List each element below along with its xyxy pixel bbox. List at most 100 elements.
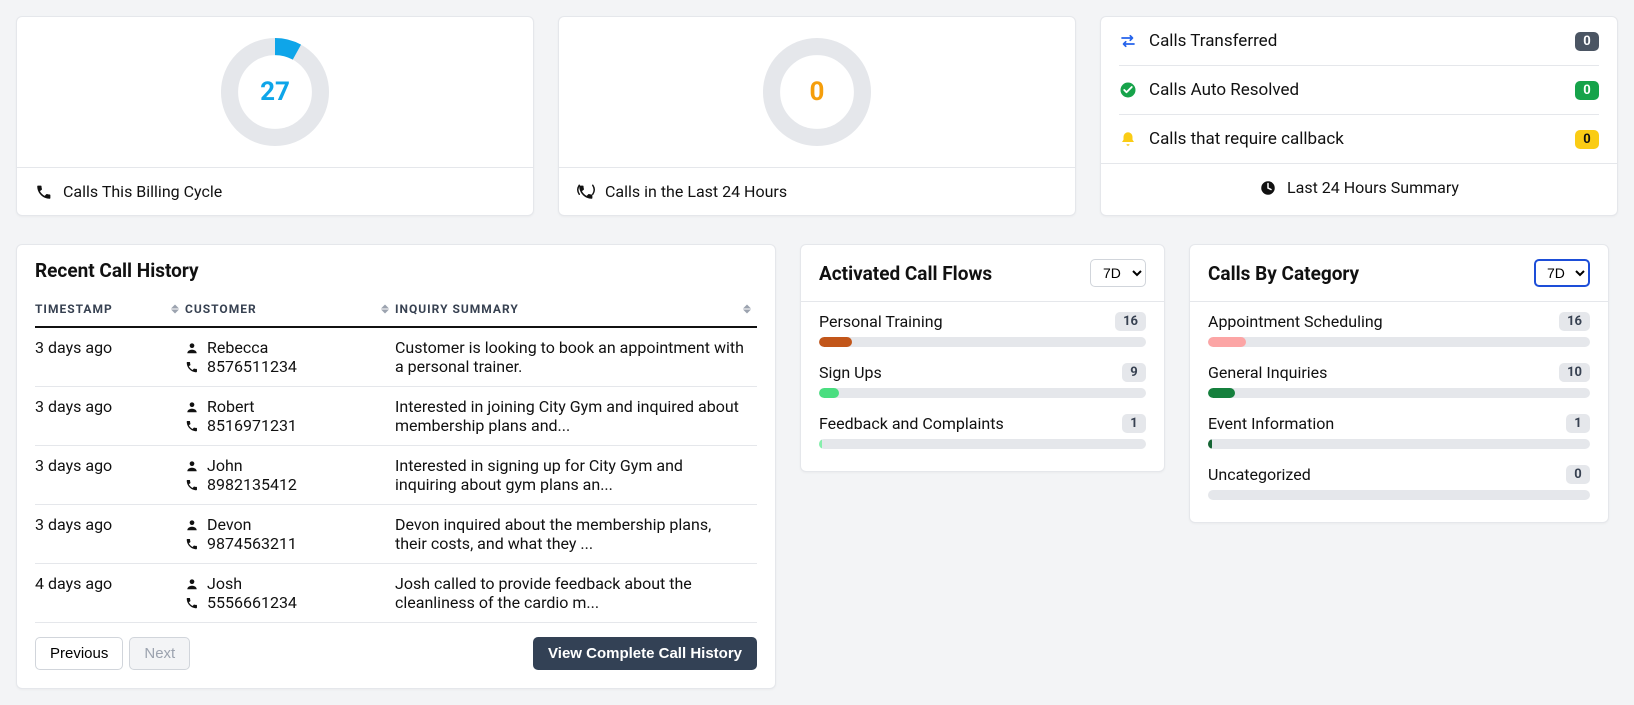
calls-last-24h-card: 0 Calls in the Last 24 Hours [558,16,1076,216]
flow-label: Feedback and Complaints [819,414,1004,433]
cell-summary: Josh called to provide feedback about th… [395,564,757,623]
last-24h-label: Calls in the Last 24 Hours [605,182,787,201]
customer-phone: 9874563211 [207,534,297,553]
phone-icon [185,596,199,610]
calls-by-category-card: Calls By Category 7D Appointment Schedul… [1189,244,1609,523]
summary-count-badge: 0 [1575,32,1599,51]
phone-icon [35,183,53,201]
user-icon [185,341,199,355]
sort-icon [171,305,179,314]
cell-summary: Interested in joining City Gym and inqui… [395,387,757,446]
user-icon [185,577,199,591]
cell-summary: Interested in signing up for City Gym an… [395,446,757,505]
summary-count-badge: 0 [1575,130,1599,149]
activated-call-flows-card: Activated Call Flows 7D Personal Trainin… [800,244,1165,472]
flow-item: Sign Ups 9 [819,363,1146,398]
summary-count-badge: 0 [1575,81,1599,100]
phone-volume-icon [577,183,595,201]
table-row[interactable]: 3 days ago John 8982135412 Interested in… [35,446,757,505]
col-customer[interactable]: CUSTOMER [185,292,395,327]
view-complete-history-button[interactable]: View Complete Call History [533,637,757,670]
flow-count-badge: 16 [1559,312,1590,331]
customer-name: Josh [207,574,242,593]
last-24h-summary-card: Calls Transferred 0 Calls Auto Resolved … [1100,16,1618,216]
bell-icon [1119,130,1137,148]
flow-count-badge: 0 [1566,465,1590,484]
cell-customer: Rebecca 8576511234 [185,327,395,387]
check-icon [1119,81,1137,99]
flow-count-badge: 1 [1122,414,1146,433]
customer-name: Devon [207,515,251,534]
user-icon [185,459,199,473]
flow-bar [1208,388,1590,398]
flow-count-badge: 16 [1115,312,1146,331]
customer-phone: 5556661234 [207,593,297,612]
cell-timestamp: 3 days ago [35,387,185,446]
last-24h-value: 0 [757,32,877,152]
sort-icon [743,305,751,314]
col-timestamp[interactable]: TIMESTAMP [35,292,185,327]
flow-label: Personal Training [819,312,943,331]
table-row[interactable]: 3 days ago Rebecca 8576511234 Customer i… [35,327,757,387]
table-row[interactable]: 4 days ago Josh 5556661234 Josh called t… [35,564,757,623]
customer-phone: 8576511234 [207,357,297,376]
phone-icon [185,478,199,492]
last-24h-donut: 0 [757,32,877,152]
flow-label: General Inquiries [1208,363,1327,382]
flow-item: Personal Training 16 [819,312,1146,347]
flow-item: General Inquiries 10 [1208,363,1590,398]
flow-bar [819,388,1146,398]
previous-button[interactable]: Previous [35,637,123,670]
summary-item: Calls Auto Resolved 0 [1119,66,1599,115]
phone-icon [185,537,199,551]
flow-label: Uncategorized [1208,465,1311,484]
customer-name: Rebecca [207,338,268,357]
transfer-icon [1119,32,1137,50]
flow-count-badge: 9 [1122,363,1146,382]
categories-range-select[interactable]: 7D [1534,259,1590,287]
flow-label: Event Information [1208,414,1334,433]
flow-item: Uncategorized 0 [1208,465,1590,500]
flow-label: Appointment Scheduling [1208,312,1383,331]
phone-icon [185,360,199,374]
flow-bar [819,337,1146,347]
customer-phone: 8982135412 [207,475,297,494]
summary-item: Calls that require callback 0 [1119,115,1599,163]
flow-item: Appointment Scheduling 16 [1208,312,1590,347]
table-row[interactable]: 3 days ago Robert 8516971231 Interested … [35,387,757,446]
flow-item: Event Information 1 [1208,414,1590,449]
clock-icon [1259,179,1277,197]
flows-range-select[interactable]: 7D [1090,259,1146,287]
next-button[interactable]: Next [129,637,190,670]
table-row[interactable]: 3 days ago Devon 9874563211 Devon inquir… [35,505,757,564]
customer-name: John [207,456,243,475]
cell-customer: Josh 5556661234 [185,564,395,623]
recent-call-history-card: Recent Call History TIMESTAMP CUSTOMER I… [16,244,776,689]
summary-label: Calls Auto Resolved [1149,80,1563,100]
cell-customer: John 8982135412 [185,446,395,505]
cell-timestamp: 3 days ago [35,327,185,387]
flow-bar [819,439,1146,449]
customer-phone: 8516971231 [207,416,297,435]
billing-cycle-donut: 27 [215,32,335,152]
cell-timestamp: 3 days ago [35,505,185,564]
call-history-table: TIMESTAMP CUSTOMER INQUIRY SUMMARY 3 day… [35,292,757,623]
categories-title: Calls By Category [1208,262,1359,285]
summary-label: Calls Transferred [1149,31,1563,51]
col-summary[interactable]: INQUIRY SUMMARY [395,292,757,327]
summary-item: Calls Transferred 0 [1119,17,1599,66]
cell-customer: Robert 8516971231 [185,387,395,446]
cell-summary: Customer is looking to book an appointme… [395,327,757,387]
user-icon [185,400,199,414]
flow-count-badge: 1 [1566,414,1590,433]
flow-bar [1208,439,1590,449]
flow-bar [1208,337,1590,347]
calls-billing-cycle-card: 27 Calls This Billing Cycle [16,16,534,216]
cell-timestamp: 4 days ago [35,564,185,623]
flow-bar [1208,490,1590,500]
cell-summary: Devon inquired about the membership plan… [395,505,757,564]
billing-cycle-value: 27 [215,32,335,152]
billing-cycle-label: Calls This Billing Cycle [63,182,222,201]
cell-timestamp: 3 days ago [35,446,185,505]
cell-customer: Devon 9874563211 [185,505,395,564]
